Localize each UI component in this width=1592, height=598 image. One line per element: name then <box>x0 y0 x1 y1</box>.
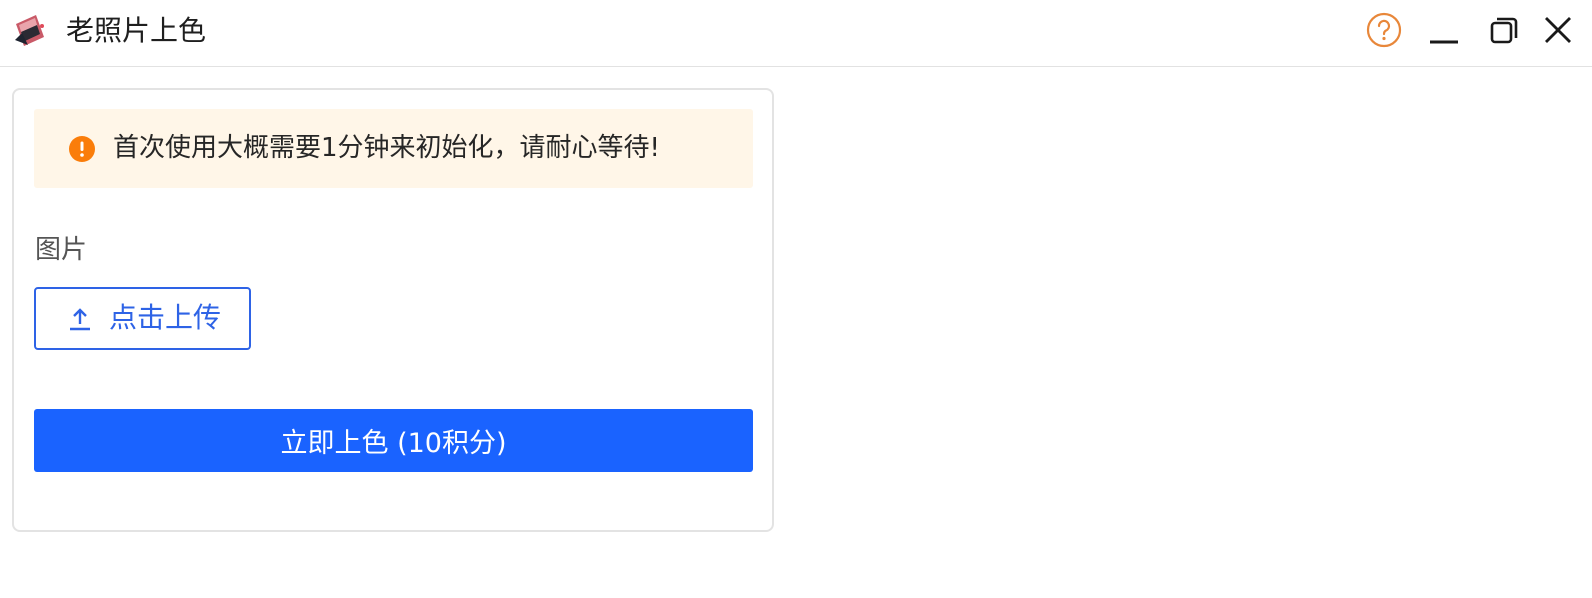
title-bar: 老照片上色 <box>0 0 1592 67</box>
minimize-icon <box>1428 14 1460 50</box>
close-button[interactable] <box>1538 12 1578 52</box>
init-notice-alert: 首次使用大概需要1分钟来初始化，请耐心等待! <box>34 109 753 188</box>
photo-app-logo-icon <box>12 12 48 48</box>
upload-button[interactable]: 点击上传 <box>34 287 251 350</box>
maximize-button[interactable] <box>1484 12 1524 52</box>
upload-icon <box>67 306 93 332</box>
colorize-submit-button[interactable]: 立即上色 (10积分) <box>34 409 753 472</box>
close-icon <box>1542 14 1574 50</box>
image-field-label: 图片 <box>35 235 88 265</box>
submit-button-label: 立即上色 (10积分) <box>280 428 507 459</box>
upload-button-label: 点击上传 <box>109 301 222 334</box>
minimize-button[interactable] <box>1424 12 1464 52</box>
restore-icon <box>1488 14 1520 50</box>
warning-icon <box>69 136 95 162</box>
help-button[interactable] <box>1364 12 1404 52</box>
alert-message: 首次使用大概需要1分钟来初始化，请耐心等待! <box>113 133 660 163</box>
colorize-form-panel: 首次使用大概需要1分钟来初始化，请耐心等待! 图片 点击上传 立即上色 (10积… <box>12 88 774 532</box>
help-icon <box>1366 12 1402 52</box>
app-title: 老照片上色 <box>66 14 207 47</box>
